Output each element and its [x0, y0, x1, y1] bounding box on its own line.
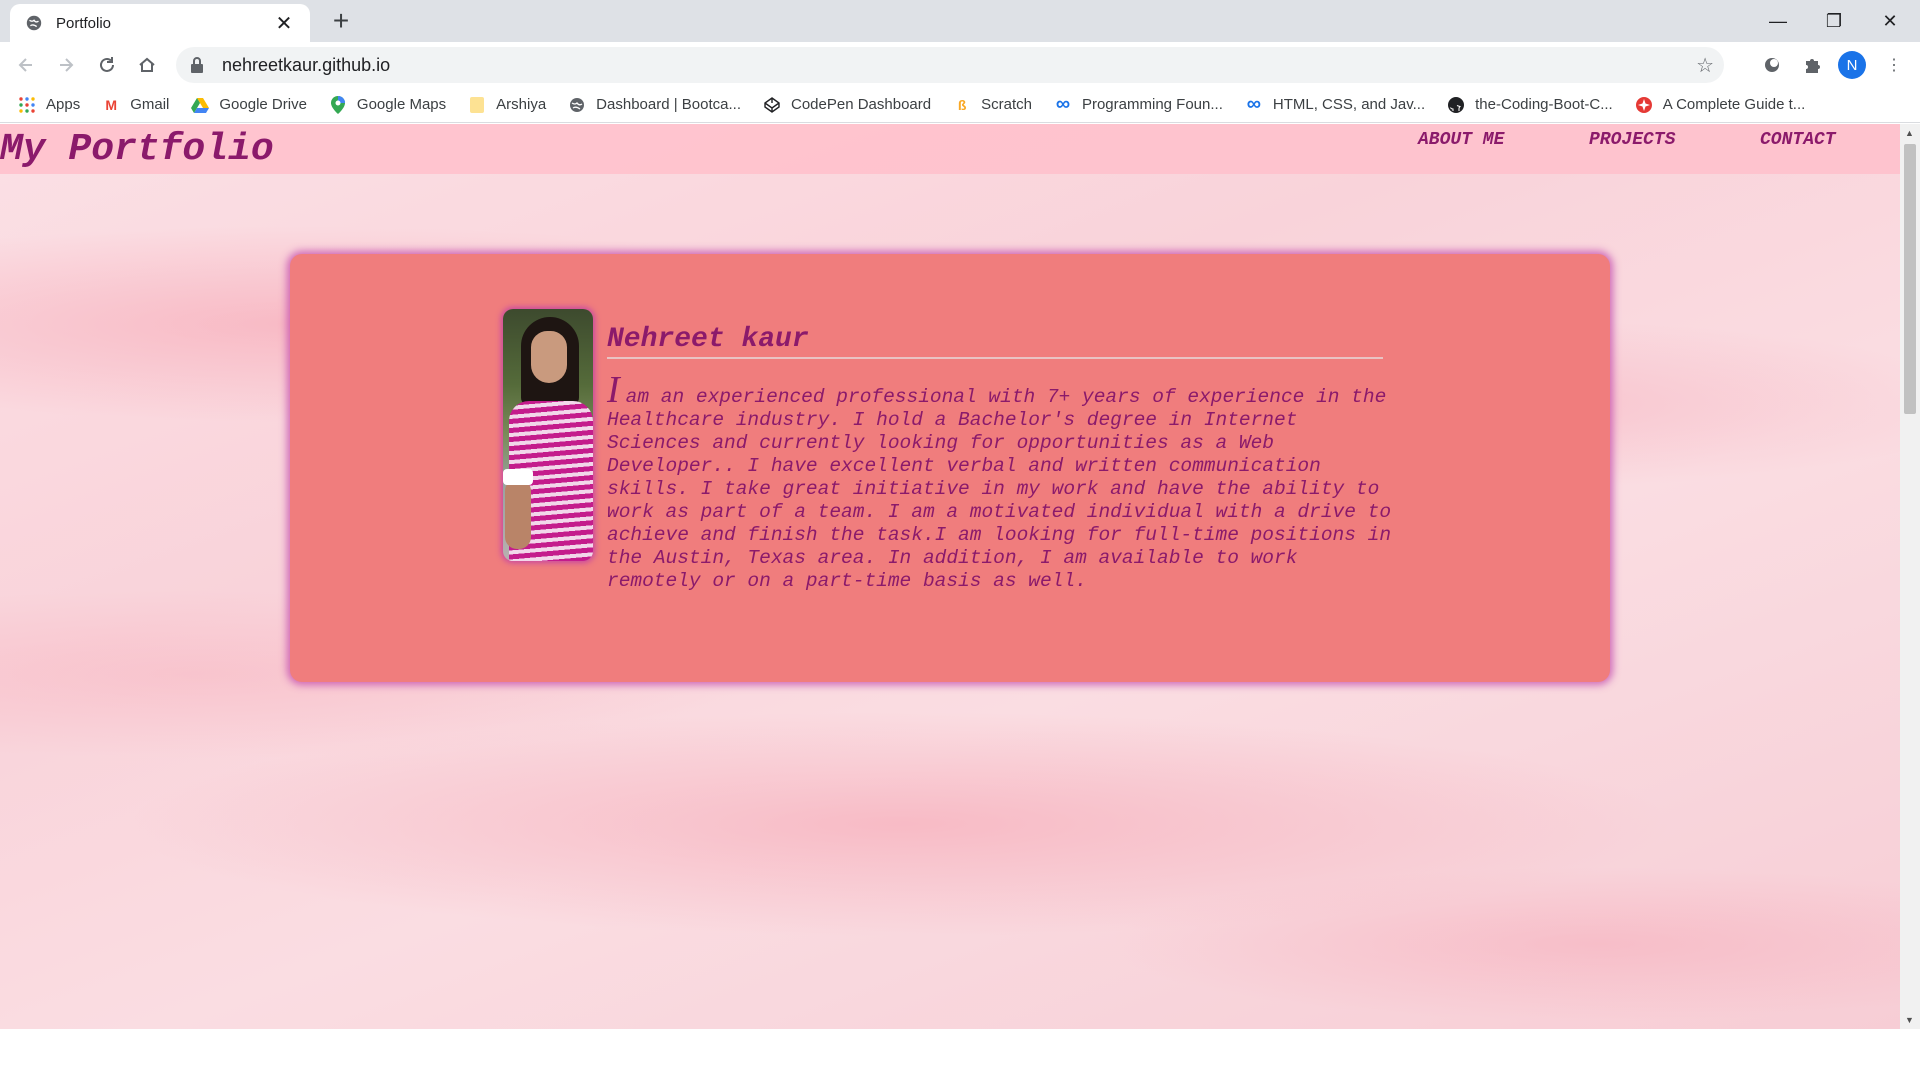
extensions-puzzle-icon[interactable] [1797, 50, 1827, 80]
scratch-icon: ß [957, 96, 967, 113]
bookmark-label: Programming Foun... [1081, 96, 1223, 113]
browser-tab[interactable]: Portfolio ✕ [10, 4, 310, 42]
bio-text: am an experienced professional with 7+ y… [607, 386, 1392, 592]
forward-icon[interactable] [50, 49, 82, 81]
bookmark-label: Google Maps [356, 96, 447, 113]
home-icon[interactable] [131, 49, 163, 81]
bio-dropcap: I [607, 369, 620, 411]
name-divider [607, 357, 1383, 359]
profile-bio: Iam an experienced professional with 7+ … [607, 371, 1392, 593]
nav-projects-link[interactable]: PROJECTS [1589, 130, 1675, 150]
profile-photo [503, 309, 593, 561]
about-card: Nehreet kaur Iam an experienced professi… [290, 254, 1610, 682]
profile-name: Nehreet kaur [607, 324, 809, 355]
infinity-icon: ∞ [1246, 93, 1261, 115]
bookmark-star-icon[interactable]: ☆ [1696, 53, 1714, 78]
bookmark-item[interactable]: ∞ Programming Foun... [1054, 93, 1223, 115]
bookmark-label: the-Coding-Boot-C... [1475, 96, 1613, 113]
site-header: My Portfolio ABOUT ME PROJECTS CONTACT [0, 124, 1900, 174]
bookmark-item[interactable]: the-Coding-Boot-C... [1447, 96, 1613, 114]
bookmark-item[interactable]: Dashboard | Bootca... [568, 96, 741, 114]
globe-icon [24, 13, 44, 33]
address-bar[interactable]: nehreetkaur.github.io ☆ [176, 47, 1724, 83]
bookmark-item[interactable]: M Gmail [102, 96, 169, 114]
page-viewport: My Portfolio ABOUT ME PROJECTS CONTACT N… [0, 124, 1900, 1029]
bookmark-label: Dashboard | Bootca... [596, 96, 741, 113]
bookmark-item[interactable]: Apps [18, 96, 80, 114]
apps-grid-icon [18, 96, 36, 114]
back-icon[interactable] [10, 49, 42, 81]
browser-toolbar: nehreetkaur.github.io ☆ N ⋮ [0, 42, 1920, 87]
tab-strip: Portfolio ✕ + — ❐ ✕ [0, 0, 1920, 42]
bookmark-label: Gmail [130, 96, 170, 113]
bookmark-item[interactable]: Google Maps [329, 95, 447, 114]
nav-contact-link[interactable]: CONTACT [1760, 130, 1836, 150]
bookmark-label: CodePen Dashboard [791, 96, 932, 113]
menu-kebab-icon[interactable]: ⋮ [1879, 50, 1909, 80]
bookmark-label: A Complete Guide t... [1662, 96, 1806, 113]
bookmark-label: Google Drive [219, 96, 307, 113]
scroll-down-icon[interactable]: ▼ [1905, 1015, 1914, 1025]
bookmark-item[interactable]: Arshiya [468, 96, 546, 114]
bookmark-item[interactable]: ∞ HTML, CSS, and Jav... [1245, 93, 1426, 115]
bookmark-item[interactable]: A Complete Guide t... [1635, 96, 1806, 114]
window-bottom-area [0, 1029, 1920, 1087]
close-tab-icon[interactable]: ✕ [272, 11, 296, 36]
bookmark-label: Arshiya [496, 96, 547, 113]
bookmark-label: Scratch [981, 96, 1032, 113]
bookmark-item[interactable]: ß Scratch [953, 96, 1032, 114]
folder-icon [468, 96, 486, 114]
reload-icon[interactable] [91, 49, 123, 81]
github-icon [1447, 96, 1465, 114]
profile-avatar[interactable]: N [1838, 51, 1866, 79]
bookmark-item[interactable]: CodePen Dashboard [763, 96, 931, 114]
gmail-icon: M [105, 96, 118, 113]
bookmark-label: HTML, CSS, and Jav... [1272, 96, 1426, 113]
restore-icon[interactable]: ❐ [1806, 0, 1862, 42]
tab-title: Portfolio [56, 14, 112, 32]
scroll-up-icon[interactable]: ▲ [1905, 128, 1914, 138]
bookmark-item[interactable]: Google Drive [191, 96, 307, 114]
guide-icon [1635, 96, 1653, 114]
infinity-icon: ∞ [1055, 93, 1071, 115]
lock-icon [190, 57, 206, 73]
globe-icon [568, 96, 586, 114]
close-window-icon[interactable]: ✕ [1862, 0, 1918, 42]
google-maps-icon [329, 95, 347, 114]
new-tab-button[interactable]: + [324, 6, 358, 36]
codepen-icon [763, 96, 781, 114]
page-scrollbar[interactable]: ▲ ▼ [1900, 124, 1920, 1029]
site-logo[interactable]: My Portfolio [0, 128, 274, 171]
minimize-icon[interactable]: — [1750, 0, 1806, 42]
google-drive-icon [191, 96, 210, 114]
bookmark-label: Apps [46, 96, 81, 113]
nav-about-link[interactable]: ABOUT ME [1418, 130, 1504, 150]
scroll-thumb[interactable] [1904, 144, 1916, 414]
url-text: nehreetkaur.github.io [222, 54, 391, 75]
bookmarks-bar: Apps M Gmail Google Drive Google Maps Ars… [0, 87, 1920, 123]
extension-circle-icon[interactable] [1757, 50, 1787, 80]
